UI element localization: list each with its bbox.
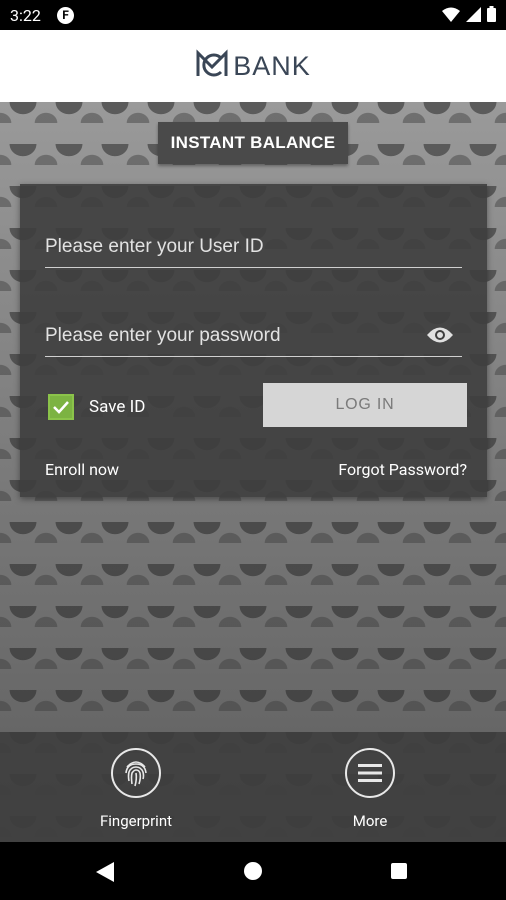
battery-icon xyxy=(487,6,496,26)
save-id-label[interactable]: Save ID xyxy=(89,397,145,417)
instant-balance-button[interactable]: INSTANT BALANCE xyxy=(158,122,348,164)
fingerprint-nav-item[interactable]: Fingerprint xyxy=(76,748,196,830)
more-label: More xyxy=(352,812,388,830)
recent-apps-icon[interactable] xyxy=(391,863,407,879)
enroll-now-link[interactable]: Enroll now xyxy=(45,460,119,479)
wifi-icon xyxy=(442,7,460,26)
user-id-field xyxy=(45,227,462,268)
logo-text: BANK xyxy=(233,50,311,81)
fingerprint-label: Fingerprint xyxy=(99,812,173,830)
status-time: 3:22 xyxy=(10,6,41,25)
more-nav-item[interactable]: More xyxy=(310,748,430,830)
bottom-nav: Fingerprint More xyxy=(0,732,506,842)
system-navigation-bar xyxy=(0,842,506,900)
log-in-button[interactable]: LOG IN xyxy=(263,383,467,427)
fingerprint-icon xyxy=(111,748,161,798)
menu-icon xyxy=(345,748,395,798)
password-field xyxy=(45,316,462,357)
app-header: BANK xyxy=(0,30,506,102)
password-input[interactable] xyxy=(45,316,462,356)
back-icon[interactable] xyxy=(96,862,114,886)
login-card: Save ID LOG IN Enroll now Forgot Passwor… xyxy=(20,184,487,497)
mc-logo-icon xyxy=(195,49,229,83)
notification-app-icon: F xyxy=(57,7,74,24)
cellular-icon xyxy=(466,6,481,26)
check-icon xyxy=(53,401,69,414)
bank-logo: BANK xyxy=(195,49,311,83)
eye-icon[interactable] xyxy=(426,326,454,348)
status-bar: 3:22 F xyxy=(0,0,506,30)
user-id-input[interactable] xyxy=(45,227,462,267)
home-icon[interactable] xyxy=(244,862,262,880)
forgot-password-link[interactable]: Forgot Password? xyxy=(338,460,467,479)
save-id-checkbox[interactable] xyxy=(48,394,74,420)
